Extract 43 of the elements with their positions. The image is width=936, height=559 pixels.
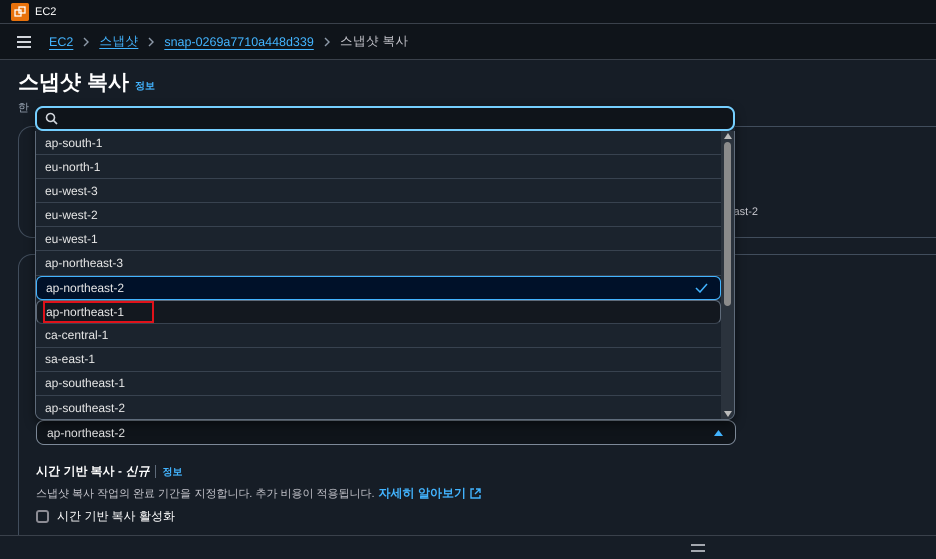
scroll-down-icon[interactable] [724,411,732,417]
dropdown-option[interactable]: ap-northeast-1 [36,300,721,324]
learn-more-link[interactable]: 자세히 알아보기 [378,485,466,502]
caret-icon [714,430,723,436]
dropdown-option[interactable]: ap-northeast-2 [36,276,721,300]
description-text: 스냅샷 복사 작업의 완료 기간을 지정합니다. 추가 비용이 적용됩니다. [36,487,375,501]
search-field[interactable] [35,106,735,131]
chevron-icon [82,36,90,46]
breadcrumb-link[interactable]: snap-0269a7710a448d339 [164,34,314,48]
checkbox-label: 시간 기반 복사 활성화 [57,508,176,525]
option-label: ap-southeast-1 [44,375,126,392]
scroll-up-icon[interactable] [724,133,732,139]
option-label: eu-west-1 [44,230,99,248]
info-link[interactable]: 정보 [134,79,155,93]
chevron-icon [147,36,156,46]
option-label: ap-southeast-2 [44,400,126,417]
menu-icon[interactable] [17,36,31,48]
search-icon [45,112,58,125]
option-label: ap-northeast-3 [44,255,124,272]
external-link-icon [470,488,481,499]
region-select[interactable]: ap-northeast-2 [36,420,736,445]
option-label: ap-northeast-1 [45,302,152,321]
option-label: eu-north-1 [44,158,102,176]
page-subtitle: 한 [18,102,29,114]
section-label: 시간 기반 복사 - 신규 [36,463,150,480]
option-label: sa-east-1 [44,351,96,368]
page-title: 스냅샷 복사 [18,70,129,96]
breadcrumb-current: 스냅샷 복사 [340,33,408,50]
info-link[interactable]: 정보 [162,464,182,478]
app-title: EC2 [35,6,56,18]
option-label: eu-west-3 [44,182,99,200]
checkbox[interactable] [36,510,49,523]
drag-handle-icon[interactable] [691,544,705,552]
option-label: ap-south-1 [44,134,104,152]
scrollbar[interactable] [721,131,734,419]
option-label: ca-central-1 [44,327,110,344]
option-label: ap-northeast-2 [45,280,126,297]
option-label: eu-west-2 [44,206,99,224]
breadcrumb-link[interactable]: EC2 [49,34,74,48]
check-icon [695,282,708,293]
breadcrumb-link[interactable]: 스냅샷 [99,33,138,50]
chevron-icon [322,36,331,46]
cube-logo-icon [11,2,29,20]
